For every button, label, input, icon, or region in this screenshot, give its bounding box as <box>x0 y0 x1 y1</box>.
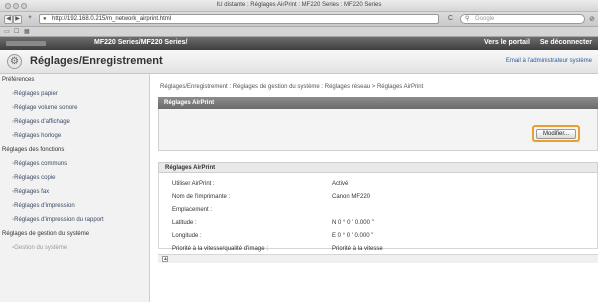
airprint-section-title: Réglages AirPrint <box>158 162 598 173</box>
add-bookmark-button[interactable]: + <box>25 15 35 24</box>
sidebar-item-display[interactable]: Réglages d'affichage <box>12 119 70 125</box>
stop-icon[interactable]: ⊘ <box>589 15 595 23</box>
reading-list-icon[interactable]: ▭ <box>4 28 10 35</box>
device-title: MF220 Series/MF220 Series/ <box>94 39 188 46</box>
portal-link[interactable]: Vers le portail <box>484 39 530 46</box>
sidebar-item-paper[interactable]: Réglages papier <box>12 91 58 97</box>
bookmarks-book-icon[interactable]: ☐ <box>14 28 19 35</box>
row-value: Canon MF220 <box>332 194 371 200</box>
row-label: Priorité à la vitesse/qualité d'image : <box>172 246 268 252</box>
sidebar-item-volume[interactable]: Réglage volume sonore <box>12 105 77 111</box>
sidebar-item-report-print[interactable]: Réglages d'impression du rapport <box>12 217 104 223</box>
page-header: ⚙ Réglages/Enregistrement Email à l'admi… <box>0 50 598 74</box>
forward-button[interactable]: ▶ <box>13 15 22 24</box>
row-value: E 0 ° 0 ' 0.000 " <box>332 233 374 239</box>
bottom-bar: ▲ <box>158 254 598 263</box>
section-header: Réglages AirPrint <box>158 97 598 109</box>
row-label: Longitude : <box>172 233 202 239</box>
sidebar-item-system-management[interactable]: Gestion du système <box>12 245 67 251</box>
sidebar-heading-system: Réglages de gestion du système <box>2 231 90 237</box>
back-button[interactable]: ◀ <box>4 15 13 24</box>
search-placeholder: Google <box>475 16 495 22</box>
sidebar-item-print[interactable]: Réglages d'impression <box>12 203 75 209</box>
sidebar-item-fax[interactable]: Réglages fax <box>12 189 49 195</box>
row-value: Priorité à la vitesse <box>332 246 383 252</box>
modify-button-highlight: Modifier... <box>532 125 580 142</box>
canon-logo <box>6 41 46 46</box>
browser-toolbar: ◀ ▶ + ● http://192.168.0.215/m_network_a… <box>0 12 598 27</box>
window-titlebar: IU distante : Réglages AirPrint : MF220 … <box>0 0 598 12</box>
sidebar-heading-preferences: Préférences <box>2 77 35 83</box>
search-icon: ⚲ <box>465 16 470 22</box>
email-admin-link[interactable]: Email à l'administrateur système <box>506 58 592 64</box>
sidebar-heading-functions: Réglages des fonctions <box>2 147 65 153</box>
logout-link[interactable]: Se déconnecter <box>540 39 592 46</box>
page-top-icon[interactable]: ▲ <box>162 256 168 262</box>
row-label: Utiliser AirPrint : <box>172 181 215 187</box>
back-arrow-icon: ◀ <box>6 16 11 22</box>
forward-arrow-icon: ▶ <box>15 16 20 22</box>
plus-icon: + <box>28 15 32 21</box>
url-text: http://192.168.0.215/m_network_airprint.… <box>52 16 172 22</box>
site-globe-icon: ● <box>43 16 47 22</box>
row-value: Activé <box>332 181 349 187</box>
search-input[interactable]: ⚲ Google <box>460 14 585 24</box>
page-title: Réglages/Enregistrement <box>30 55 163 67</box>
reload-icon[interactable]: C <box>448 15 453 22</box>
row-label: Nom de l'imprimante : <box>172 194 231 200</box>
airprint-settings-table: Utiliser AirPrint : Activé Nom de l'impr… <box>158 173 598 252</box>
sidebar-item-copy[interactable]: Réglages copie <box>12 175 55 181</box>
sidebar: Préférences Réglages papier Réglage volu… <box>0 74 150 302</box>
row-value: N 0 ° 0 ' 0.000 " <box>332 220 374 226</box>
settings-gear-icon: ⚙ <box>7 54 22 69</box>
breadcrumb: Réglages/Enregistrement : Réglages de ge… <box>160 84 424 90</box>
main-content: Réglages/Enregistrement : Réglages de ge… <box>152 74 598 302</box>
row-label: Emplacement : <box>172 207 213 213</box>
window-title: IU distante : Réglages AirPrint : MF220 … <box>216 2 382 8</box>
top-sites-grid-icon[interactable]: ▦ <box>24 28 30 35</box>
sidebar-item-common[interactable]: Réglages communs <box>12 161 67 167</box>
modify-button[interactable]: Modifier... <box>536 129 576 139</box>
sidebar-item-clock[interactable]: Réglages horloge <box>12 133 61 139</box>
address-bar[interactable]: ● http://192.168.0.215/m_network_airprin… <box>39 14 439 24</box>
bookmarks-bar: ▭ ☐ ▦ <box>0 27 598 37</box>
row-label: Latitude : <box>172 220 197 226</box>
device-topbar: MF220 Series/MF220 Series/ Vers le porta… <box>0 37 598 50</box>
